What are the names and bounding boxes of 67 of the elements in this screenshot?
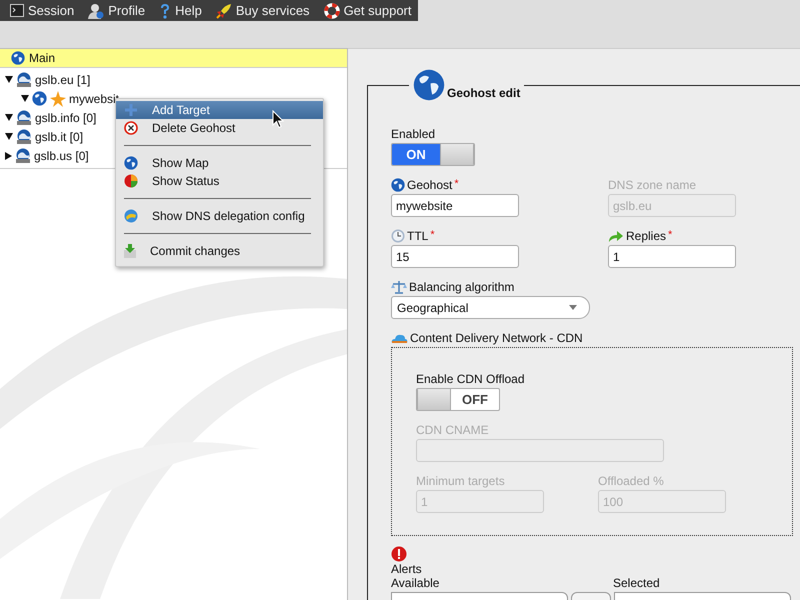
clock-icon (391, 229, 405, 243)
field-label: Enabled (391, 127, 436, 141)
globe-icon (11, 51, 25, 65)
required-mark: * (454, 178, 459, 190)
server-globe-icon (15, 148, 31, 164)
terminal-icon (10, 4, 24, 17)
user-icon (88, 2, 104, 18)
globe-arrows-icon (124, 209, 138, 223)
plus-icon (124, 103, 138, 117)
tree-item[interactable]: gslb.eu [1] (35, 72, 90, 86)
rocket-icon (216, 2, 232, 18)
dropdown[interactable]: Geographical (391, 296, 590, 319)
tree-item[interactable]: gslb.it [0] (35, 130, 84, 144)
tree-title: Main (29, 51, 56, 65)
toggle-switch[interactable]: ON (391, 143, 475, 166)
globe-icon (413, 69, 445, 101)
star-icon (50, 90, 66, 106)
list-label: Selected (613, 576, 660, 590)
input-field[interactable]: 15 (391, 245, 519, 268)
server-globe-icon (16, 110, 32, 126)
server-globe-icon (16, 128, 32, 144)
menu-item[interactable]: Show DNS delegation config (116, 207, 323, 225)
cursor-icon (272, 110, 284, 129)
required-mark: * (668, 229, 672, 241)
cloud-icon (391, 332, 408, 344)
tree-item[interactable]: gslb.info [0] (35, 110, 96, 124)
toolbar-button[interactable]: Session (10, 3, 74, 18)
field-label: CDN CNAME (416, 423, 489, 437)
arrow-icon (608, 230, 624, 242)
alert-icon (391, 546, 407, 562)
caret-icon (569, 305, 577, 310)
toggle-switch[interactable]: OFF (416, 388, 500, 411)
scales-icon (391, 280, 407, 294)
menu-item[interactable]: Add Target (116, 101, 323, 119)
menu-item[interactable]: Show Map (116, 154, 323, 172)
field-label: Minimum targets (416, 474, 505, 488)
globe-icon (124, 156, 138, 170)
pie-chart-icon (124, 174, 138, 188)
globe-icon (391, 178, 405, 192)
toolbar-button[interactable]: Profile (88, 2, 146, 18)
panel-title: Geohost edit (447, 86, 520, 100)
field-label: Offloaded % (598, 474, 664, 488)
field-label: Alerts (391, 562, 422, 576)
menu-item[interactable]: Commit changes (116, 242, 323, 260)
toolbar-button[interactable]: Buy services (216, 2, 310, 18)
toolbar-button[interactable]: Help (159, 2, 202, 18)
list-label: Available (391, 576, 440, 590)
field-label: Geohost (407, 178, 452, 192)
menu-item[interactable]: Delete Geohost (116, 119, 323, 137)
server-globe-icon (16, 72, 32, 88)
input-field[interactable]: mywebsite (391, 194, 519, 217)
field-label: DNS zone name (608, 178, 696, 192)
field-label: Balancing algorithm (409, 280, 514, 294)
tree-item[interactable]: gslb.us [0] (34, 148, 89, 162)
menu-item[interactable]: Show Status (116, 172, 323, 190)
field-label: Enable CDN Offload (416, 372, 526, 386)
lifebuoy-icon (324, 2, 340, 18)
delete-icon (124, 121, 138, 135)
download-icon (124, 244, 136, 258)
globe-icon (32, 91, 47, 106)
section-title: Content Delivery Network - CDN (410, 331, 583, 345)
field-label: Replies (626, 229, 666, 243)
toolbar-button[interactable]: Get support (324, 2, 412, 18)
field-label: TTL (407, 229, 428, 243)
input-field[interactable]: 1 (608, 245, 736, 268)
required-mark: * (430, 229, 435, 241)
help-icon (159, 2, 172, 18)
